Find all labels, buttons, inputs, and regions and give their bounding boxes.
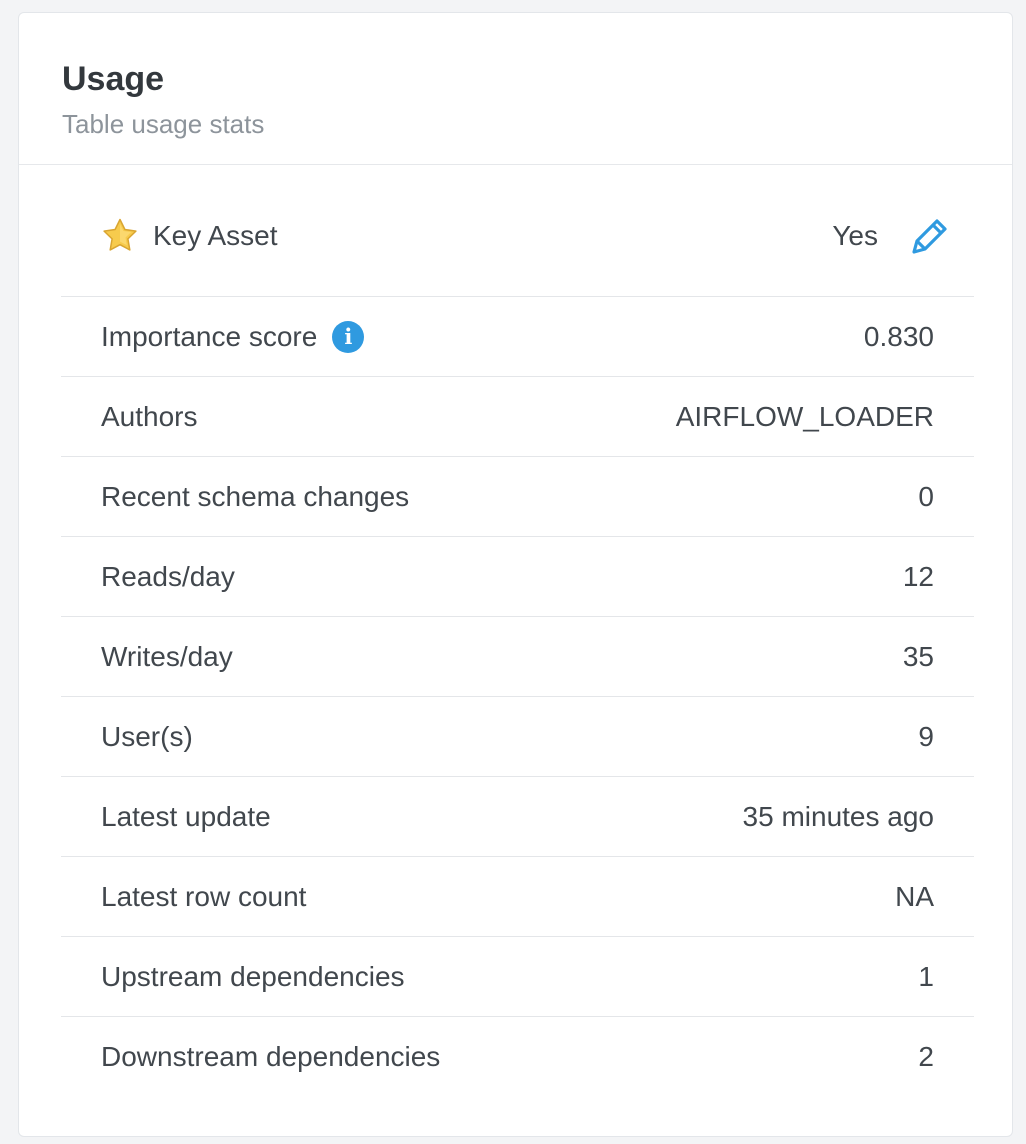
stat-value: 1	[918, 960, 934, 992]
stat-row-downstream-dependencies: Downstream dependencies 2	[61, 1017, 974, 1097]
stat-value: 0.830	[863, 320, 934, 352]
stat-row-latest-update: Latest update 35 minutes ago	[61, 777, 974, 857]
star-icon	[101, 217, 139, 255]
stat-value: NA	[895, 880, 934, 912]
stat-value: 35 minutes ago	[742, 800, 934, 832]
stat-label: Upstream dependencies	[101, 960, 405, 992]
stat-row-upstream-dependencies: Upstream dependencies 1	[61, 937, 974, 1017]
stat-label: Importance score	[101, 320, 318, 352]
stat-row-authors: Authors AIRFLOW_LOADER	[61, 377, 974, 457]
stat-label: Writes/day	[101, 640, 233, 672]
stat-value: 0	[918, 480, 934, 512]
panel-subtitle: Table usage stats	[62, 109, 265, 139]
key-asset-value: Yes	[832, 219, 878, 251]
stat-label: Reads/day	[101, 560, 235, 592]
card-header: Usage Table usage stats	[19, 13, 1012, 165]
stat-value: 35	[902, 640, 934, 672]
key-asset-label: Key Asset	[153, 219, 278, 251]
usage-stats-list: Key Asset Yes Importance score i 0.830 A…	[61, 165, 974, 1097]
info-icon[interactable]: i	[332, 320, 365, 353]
stat-label: Downstream dependencies	[101, 1041, 441, 1072]
stat-row-importance-score: Importance score i 0.830	[61, 297, 974, 377]
stat-row-recent-schema-changes: Recent schema changes 0	[61, 457, 974, 537]
stat-value: 2	[918, 1041, 934, 1072]
key-asset-label-wrap: Key Asset	[101, 217, 278, 255]
key-asset-row: Key Asset Yes	[61, 165, 974, 297]
stat-row-writes-per-day: Writes/day 35	[61, 617, 974, 697]
stat-label: Latest update	[101, 800, 271, 832]
stat-row-latest-row-count: Latest row count NA	[61, 857, 974, 937]
stat-value: 9	[918, 720, 934, 752]
stat-row-reads-per-day: Reads/day 12	[61, 537, 974, 617]
importance-label-wrap: Importance score i	[101, 320, 365, 353]
stat-label: User(s)	[101, 720, 193, 752]
key-asset-value-wrap: Yes	[832, 212, 947, 260]
stat-label: Recent schema changes	[101, 480, 410, 512]
usage-card: Usage Table usage stats Key Asset Yes Im…	[18, 12, 1013, 1137]
stat-row-users: User(s) 9	[61, 697, 974, 777]
stat-label: Latest row count	[101, 880, 307, 912]
pencil-icon[interactable]	[906, 212, 954, 260]
stat-value: 12	[902, 560, 934, 592]
panel-title: Usage	[62, 60, 165, 98]
stat-label: Authors	[101, 400, 198, 432]
stat-value: AIRFLOW_LOADER	[675, 400, 934, 432]
